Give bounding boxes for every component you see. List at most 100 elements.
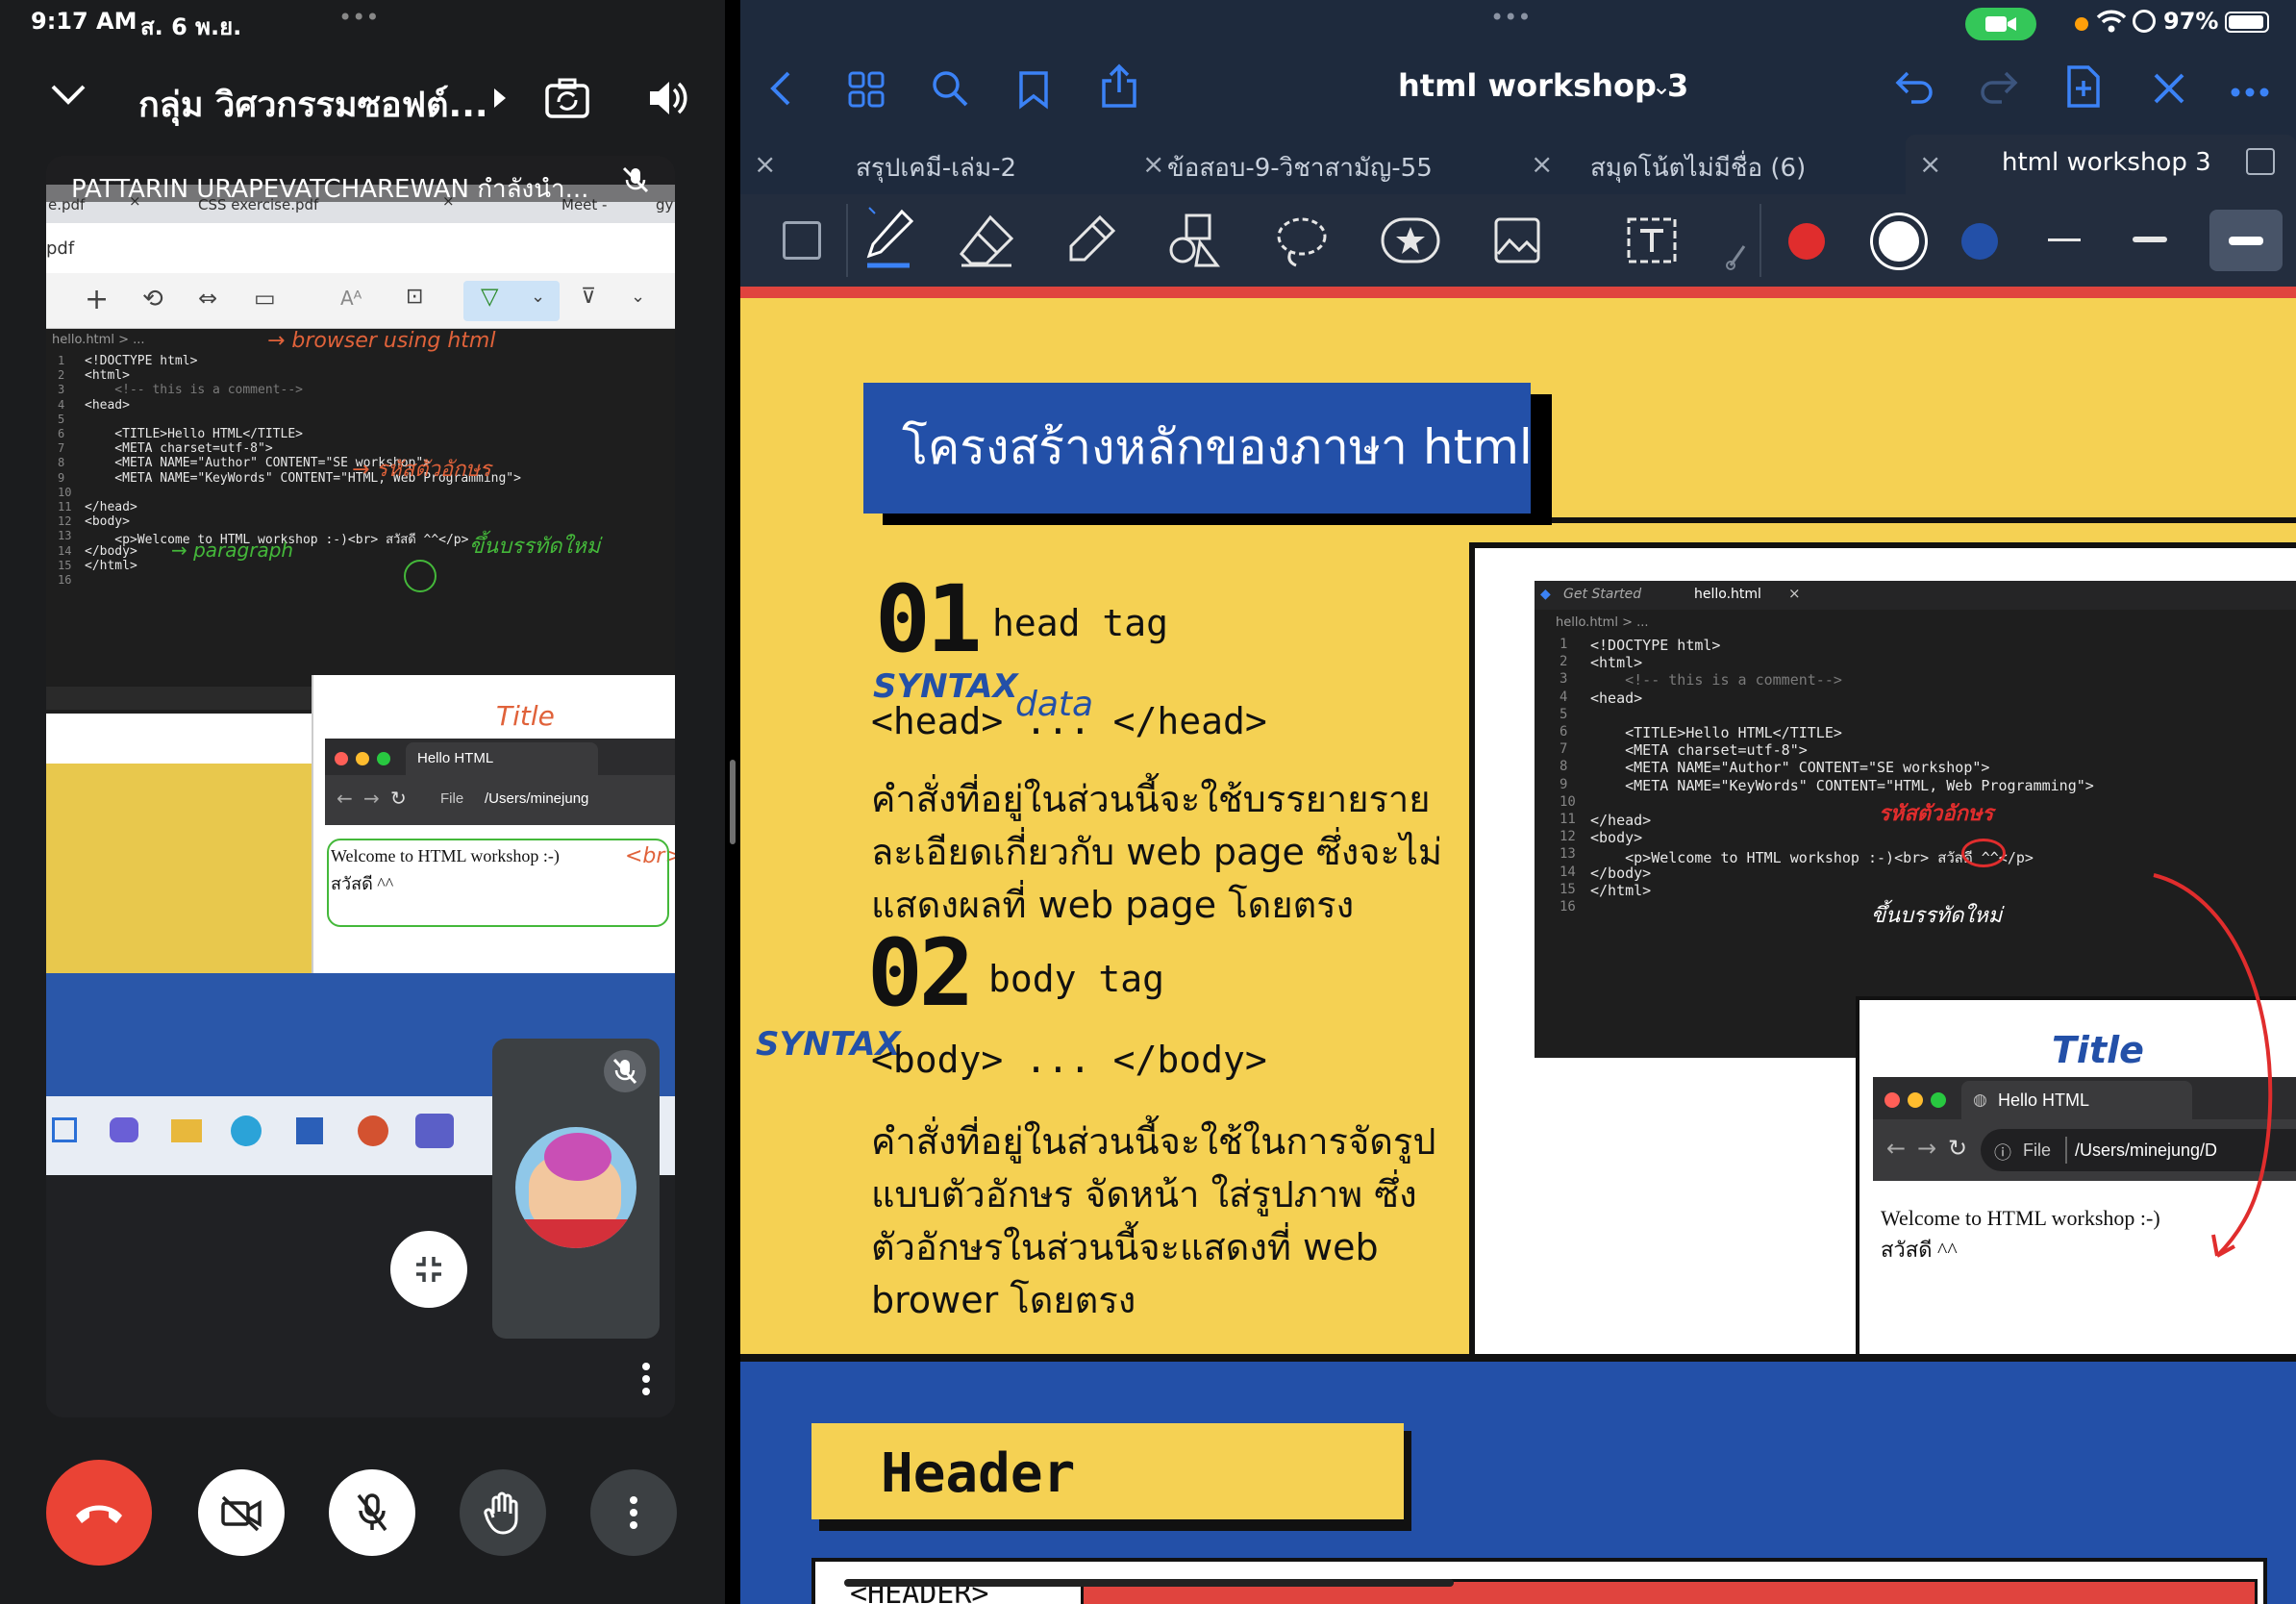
back-icon[interactable] (769, 69, 792, 112)
stroke-thin[interactable] (2048, 238, 2081, 241)
undo-icon[interactable] (1894, 69, 1934, 110)
avatar-goggles (544, 1133, 611, 1181)
sticker-icon[interactable] (1381, 217, 1440, 267)
image-icon[interactable] (1494, 217, 1540, 267)
shapes-icon[interactable] (1167, 212, 1225, 273)
window-min-dot (1908, 1092, 1923, 1108)
item2-desc-line1: คำสั่งที่อยู่ในส่วนนี้จะใช้ในการจัดรูป (871, 1120, 1436, 1163)
slide-page[interactable]: โครงสร้างหลักของภาษา html 01 head tag SY… (740, 298, 2296, 1604)
pen-icon[interactable] (858, 202, 919, 279)
code-line: <!DOCTYPE html> (1590, 637, 1721, 654)
multitask-dots[interactable]: ••• (338, 4, 379, 31)
line-number: 8 (58, 456, 65, 470)
chevron-down-icon: ⌄ (631, 287, 646, 307)
eraser-icon[interactable] (958, 213, 1015, 273)
window-min-dot (356, 752, 369, 765)
status-date: ส. 6 พ.ย. (140, 13, 242, 40)
stroke-medium[interactable] (2133, 237, 2167, 242)
forward-icon: → (1917, 1135, 1937, 1162)
code-line: <body> (85, 514, 130, 530)
text-tool-icon[interactable] (1627, 217, 1677, 267)
zoom-window-icon[interactable] (783, 221, 821, 260)
raise-hand-button[interactable] (460, 1469, 546, 1556)
text-style-icon: Aᴬ (340, 287, 362, 310)
grid-icon[interactable] (848, 71, 885, 112)
item1-title: head tag (992, 602, 1169, 644)
title-box: โครงสร้างหลักของภาษา html (863, 383, 1533, 514)
item2-title: body tag (988, 958, 1165, 1000)
line-number: 5 (58, 412, 65, 426)
window-close-dot (1884, 1092, 1900, 1108)
add-page-icon[interactable] (2065, 63, 2102, 113)
chevron-down-icon[interactable] (50, 83, 87, 110)
redo-icon[interactable] (1979, 69, 2019, 110)
camera-toggle-button[interactable] (198, 1469, 285, 1556)
slide-editor-tabs: ◆ Get Started hello.html × (1535, 581, 2296, 610)
color-white-swatch-selected[interactable] (1873, 215, 1925, 267)
tab-doc-2[interactable]: × ข้อสอบ-9-วิชาสามัญ-55 (1129, 135, 1517, 194)
tab-doc-1[interactable]: × สรุปเคมี-เล่ม-2 (740, 135, 1129, 194)
color-red-swatch[interactable] (1788, 223, 1825, 260)
collapse-icon (416, 1257, 441, 1282)
eraser-icon: ⊽ (581, 285, 597, 309)
page-scroll-indicator[interactable] (844, 1579, 1454, 1587)
handwritten-newline: ขึ้นบรรทัดใหม่ (1871, 904, 2003, 928)
switch-camera-icon[interactable] (544, 77, 590, 123)
battery-icon (2225, 12, 2269, 33)
tab-doc-4-active[interactable]: × html workshop 3 (1906, 135, 2296, 194)
tab-label: ข้อสอบ-9-วิชาสามัญ-55 (1167, 154, 1433, 183)
line-number: 6 (58, 427, 65, 440)
laser-pointer-icon[interactable] (1725, 242, 1748, 275)
share-icon[interactable] (1100, 63, 1138, 113)
color-blue-swatch[interactable] (1961, 223, 1998, 260)
document-title[interactable]: html workshop 3 (1398, 67, 1688, 104)
split-view-divider[interactable] (725, 0, 740, 1604)
line-number: 13 (58, 529, 72, 543)
more-horizontal-icon[interactable] (2231, 83, 2269, 101)
search-icon[interactable] (931, 69, 969, 112)
handwritten-data: data (1015, 685, 1094, 724)
line-number: 15 (58, 558, 72, 572)
annotation-circle (404, 560, 437, 592)
code-line: <head> (85, 397, 130, 413)
meeting-title[interactable]: กลุ่ม วิศวกรรมซอฟต์... (138, 77, 488, 132)
divider-grip[interactable] (730, 760, 736, 844)
line-number: 1 (58, 354, 65, 367)
annotation-green-box (327, 839, 669, 927)
chevron-right-icon[interactable] (492, 87, 508, 113)
chevron-down-icon[interactable]: ⌄ (1652, 73, 1671, 100)
pen-close-icon[interactable] (2150, 69, 2188, 112)
close-icon[interactable]: × (1919, 148, 1941, 180)
code-line: <html> (1590, 654, 1643, 672)
bookmark-icon[interactable] (1017, 69, 1050, 113)
goodnotes-topbar: ••• 97% html workshop 3 ⌄ (740, 0, 2296, 135)
line-number: 15 (1560, 881, 1576, 897)
close-icon[interactable]: × (1531, 148, 1553, 180)
code-line: <TITLE>Hello HTML</TITLE> (1590, 724, 1842, 741)
shared-screen: e.pdf × CSS exercise.pdf × Meet - gy PAT… (46, 156, 675, 1417)
lower-blue-section: Header <HEADER> (740, 1362, 2296, 1604)
collapse-button[interactable] (390, 1231, 467, 1308)
tab-doc-3[interactable]: × สมุดโน้ตไม่มีชื่อ (6) (1517, 135, 1906, 194)
highlighter-icon[interactable] (1063, 213, 1117, 273)
camera-in-use-indicator (1965, 8, 2036, 40)
section-rule (740, 1354, 2296, 1362)
item2-desc-line2: แบบตัวอักษร จัดหน้า ใส่รูปภาพ ซึ่ง (871, 1173, 1417, 1216)
stroke-thick-selected[interactable] (2209, 210, 2283, 271)
lasso-icon[interactable] (1275, 213, 1329, 273)
end-call-button[interactable] (46, 1460, 152, 1566)
item1-desc-line1: คำสั่งที่อยู่ในส่วนนี้จะใช้บรรยายราย (871, 778, 1431, 820)
code-line: <!-- this is a comment--> (1590, 671, 1842, 689)
sidebar-toggle-icon[interactable] (2246, 148, 2275, 175)
close-icon[interactable]: × (754, 148, 776, 180)
page-icon: ▭ (254, 285, 276, 312)
speaker-icon[interactable] (646, 77, 688, 123)
item2-syntax: <body> ... </body> (871, 1039, 1267, 1081)
more-vert-icon[interactable] (640, 1362, 652, 1400)
line-number: 9 (58, 470, 65, 485)
mic-toggle-button[interactable] (329, 1469, 415, 1556)
close-icon[interactable]: × (1142, 148, 1164, 180)
more-options-button[interactable] (590, 1469, 677, 1556)
multitask-dots[interactable]: ••• (1490, 4, 1531, 31)
line-number: 3 (58, 383, 65, 397)
